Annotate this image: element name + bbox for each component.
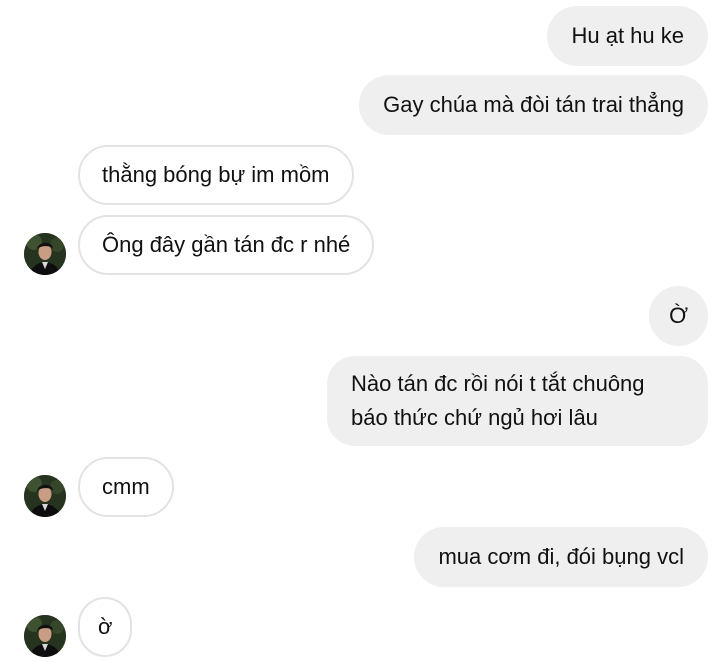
message-text: Nào tán đc rồi nói t tắt chuông báo thức…	[351, 371, 645, 430]
message-text: Ờ	[669, 303, 688, 328]
message-text: ờ	[98, 614, 113, 639]
user-avatar-photo-icon	[24, 233, 66, 275]
message-outgoing[interactable]: mua cơm đi, đói bụng vcl	[414, 527, 708, 587]
avatar[interactable]	[24, 615, 66, 657]
message-text: Ông đây gần tán đc r nhé	[102, 232, 351, 257]
message-text: Gay chúa mà đòi tán trai thẳng	[383, 92, 684, 117]
message-text: Hu ạt hu ke	[571, 23, 684, 48]
avatar[interactable]	[24, 233, 66, 275]
avatar[interactable]	[24, 475, 66, 517]
user-avatar-photo-icon	[24, 475, 66, 517]
message-incoming[interactable]: Ông đây gần tán đc r nhé	[78, 215, 375, 275]
user-avatar-photo-icon	[24, 615, 66, 657]
message-outgoing[interactable]: Hu ạt hu ke	[547, 6, 708, 66]
message-outgoing[interactable]: Nào tán đc rồi nói t tắt chuông báo thức…	[327, 356, 708, 446]
message-text: mua cơm đi, đói bụng vcl	[438, 544, 684, 569]
message-text: thằng bóng bự im mồm	[102, 162, 330, 187]
message-text: cmm	[102, 474, 150, 499]
message-incoming[interactable]: cmm	[78, 457, 174, 517]
message-outgoing[interactable]: Ờ	[649, 286, 708, 346]
message-incoming[interactable]: thằng bóng bự im mồm	[78, 145, 354, 205]
message-incoming[interactable]: ờ	[78, 597, 133, 657]
message-outgoing[interactable]: Gay chúa mà đòi tán trai thẳng	[359, 75, 708, 135]
